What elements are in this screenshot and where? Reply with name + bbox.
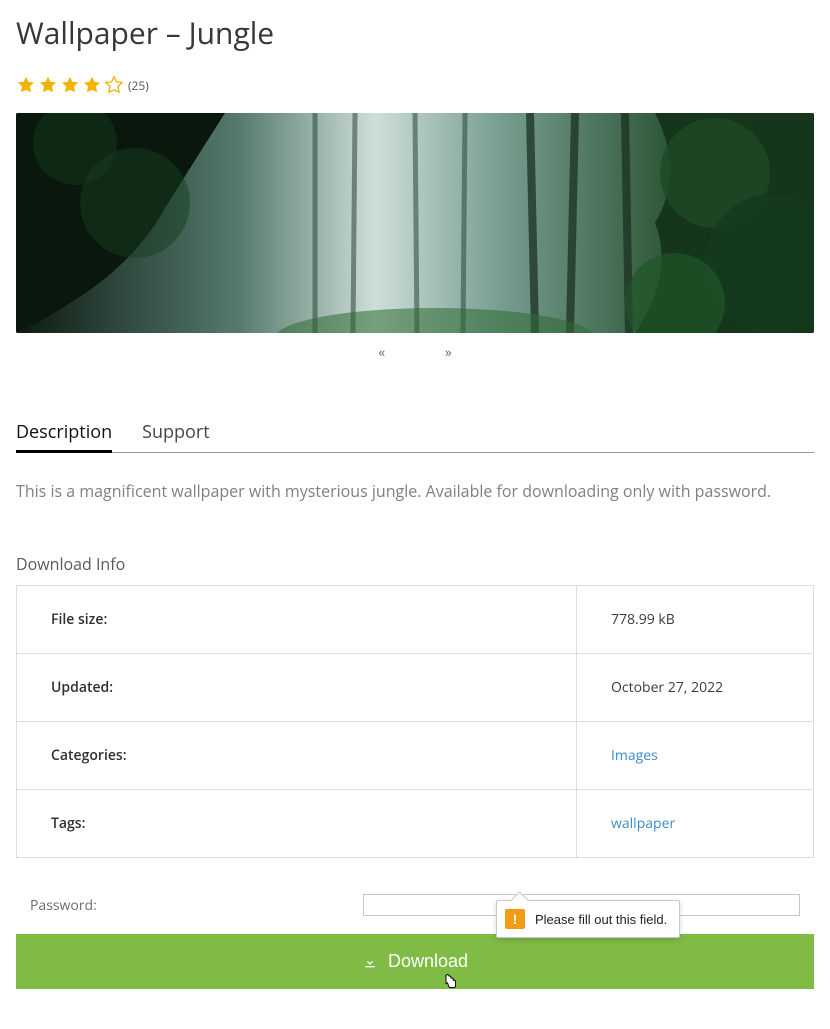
star-full-icon [16, 75, 36, 95]
carousel-prev-icon[interactable]: « [350, 343, 413, 362]
star-empty-icon [104, 75, 124, 95]
table-row: Updated: October 27, 2022 [17, 654, 814, 722]
carousel-nav: « » [16, 343, 814, 362]
tab-support[interactable]: Support [142, 420, 210, 452]
hero-image [16, 113, 814, 333]
password-row: Password: [16, 894, 814, 916]
carousel-next-icon[interactable]: » [417, 343, 480, 362]
page-title: Wallpaper – Jungle [16, 12, 814, 53]
table-row: File size: 778.99 kB [17, 586, 814, 654]
categories-label: Categories: [17, 722, 577, 790]
file-size-label: File size: [17, 586, 577, 654]
description-text: This is a magnificent wallpaper with mys… [16, 479, 814, 503]
download-info-heading: Download Info [16, 553, 814, 575]
warning-icon: ! [505, 909, 525, 929]
tags-link[interactable]: wallpaper [611, 814, 675, 833]
file-size-value: 778.99 kB [577, 586, 814, 654]
rating-count: (25) [128, 77, 149, 94]
tabs: Description Support [16, 420, 814, 453]
tags-label: Tags: [17, 790, 577, 858]
star-full-icon [82, 75, 102, 95]
download-info-table: File size: 778.99 kB Updated: October 27… [16, 585, 814, 858]
updated-label: Updated: [17, 654, 577, 722]
rating-row[interactable]: (25) [16, 75, 814, 95]
star-full-icon [38, 75, 58, 95]
updated-value: October 27, 2022 [577, 654, 814, 722]
password-label: Password: [30, 896, 97, 915]
tab-description[interactable]: Description [16, 420, 112, 453]
star-full-icon [60, 75, 80, 95]
table-row: Categories: Images [17, 722, 814, 790]
download-button[interactable]: Download ! Please fill out this field. [16, 934, 814, 989]
download-button-label: Download [388, 951, 468, 972]
download-icon [362, 954, 378, 970]
validation-tooltip-text: Please fill out this field. [535, 912, 667, 927]
categories-link[interactable]: Images [611, 746, 658, 765]
validation-tooltip: ! Please fill out this field. [496, 900, 680, 938]
cursor-icon [440, 974, 458, 996]
table-row: Tags: wallpaper [17, 790, 814, 858]
